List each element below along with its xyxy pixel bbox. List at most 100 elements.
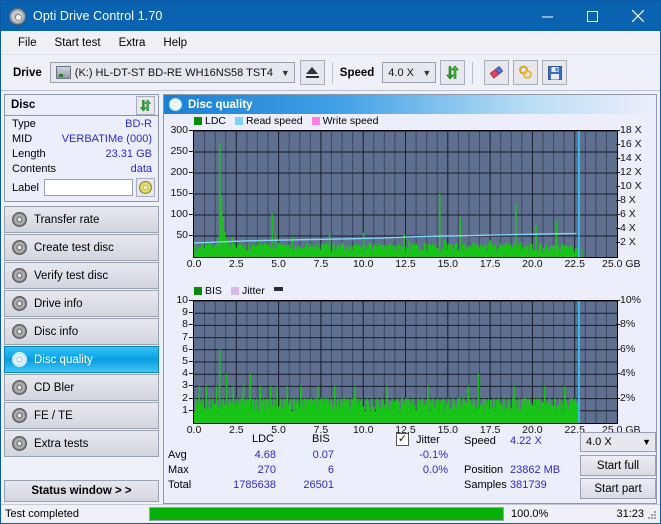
speed-label: Speed [339,66,375,79]
legend-swatch-ldc [194,117,202,125]
application-window: Opti Drive Control 1.70 File Start test … [0,0,661,524]
menu-help[interactable]: Help [154,34,196,52]
gold-button[interactable] [513,60,539,85]
menu-extra[interactable]: Extra [110,34,155,52]
y-tick-mark [189,385,193,387]
sidebar-item-create-test-disc[interactable]: Create test disc [4,234,159,261]
cd-icon [139,181,152,194]
chevron-down-icon: ▼ [280,67,290,78]
sidebar-item-disc-quality[interactable]: Disc quality [4,346,159,373]
sidebar-item-extra-tests[interactable]: Extra tests [4,430,159,457]
sidebar-item-verify-test-disc[interactable]: Verify test disc [4,262,159,289]
y-tick-mark [189,348,193,350]
x-tick-label: 15.0 [437,258,459,270]
drive-select[interactable]: (K:) HL-DT-ST BD-RE WH16NS58 TST4 ▼ [49,62,295,83]
chevron-down-icon: ▼ [642,437,651,447]
erase-button[interactable] [484,60,510,85]
y-tick-mark [189,130,193,131]
legend-label-write-speed: Write speed [322,115,379,127]
legend-swatch-read-speed [235,117,244,125]
resize-grip-icon[interactable] [647,510,657,520]
sidebar-item-label: FE / TE [34,409,73,422]
disc-refresh-button[interactable] [136,95,155,115]
save-button[interactable] [542,60,568,85]
y-tick-mark [189,336,193,338]
stats-position-label: Position [464,464,504,476]
result-speed-select[interactable]: 4.0 X ▼ [580,432,656,452]
sidebar-item-disc-info[interactable]: Disc info [4,318,159,345]
stats-avg-ldc: 4.68 [254,449,276,461]
x-tick-label: 7.5 [313,258,329,270]
sidebar-item-cd-bler[interactable]: CD Bler [4,374,159,401]
minimize-icon[interactable] [525,1,570,31]
toolbar-divider-1 [331,61,333,84]
y2-tick-mark [616,348,620,350]
y-tick-label: 100 [170,208,188,220]
y-tick-label: 9 [182,306,188,319]
disc-icon [12,380,27,395]
disc-length-label: Length [12,147,46,160]
legend-swatch-bis [194,287,202,295]
page-title: Disc quality [188,98,253,111]
eject-button[interactable] [299,60,325,85]
sidebar-nav: Transfer rate Create test disc Verify te… [4,206,159,457]
stats-col-bis: BIS [312,433,330,445]
progress-percent: 100.0% [511,508,549,520]
sidebar-item-fe-te[interactable]: FE / TE [4,402,159,429]
sidebar-item-label: CD Bler [34,381,75,394]
legend-entry-jitter: Jitter [230,285,265,297]
menu-file[interactable]: File [9,34,46,52]
x-tick-label: 25.0 GB [602,258,641,270]
maximize-icon[interactable] [570,1,615,31]
y-tick-mark [189,409,193,411]
sidebar-item-label: Disc quality [34,353,93,366]
disc-label-input[interactable] [43,179,133,196]
stats-total-bis: 26501 [303,479,334,491]
sidebar-item-transfer-rate[interactable]: Transfer rate [4,206,159,233]
y2-tick-mark [616,228,620,229]
disc-row-contents: Contents data [5,161,158,176]
y-tick-label: 50 [176,229,188,241]
jitter-checkbox[interactable]: ✓ [396,433,409,446]
main-panel: Disc quality LDC Read speed Write speed … [163,94,657,504]
stats-position-value: 23862 MB [510,464,561,476]
y2-tick-mark [616,130,620,131]
menu-start-test[interactable]: Start test [46,34,110,52]
stats-speed-value: 4.22 X [510,435,542,447]
sidebar-item-drive-info[interactable]: Drive info [4,290,159,317]
close-icon[interactable] [615,1,660,31]
sidebar-item-label: Disc info [34,325,79,338]
y-tick-label: 1 [182,403,188,416]
stats-avg-bis: 0.07 [312,449,334,461]
y-tick-mark [189,193,193,194]
disc-mid-value: VERBATIMe (000) [61,132,152,145]
refresh-button[interactable] [440,60,466,85]
start-full-button[interactable]: Start full [580,455,656,476]
y2-tick-label: 6% [620,342,636,355]
y-tick-mark [189,300,193,301]
y-tick-label: 200 [170,166,188,178]
chevron-down-icon: ▼ [422,67,432,78]
refresh-icon [446,65,460,80]
stats-samples-value: 381739 [510,479,547,491]
y2-tick-label: 4 X [620,222,636,234]
y-tick-mark [189,172,193,173]
disc-icon [12,212,27,227]
speed-select[interactable]: 4.0 X ▼ [382,62,437,83]
y-tick-label: 300 [170,124,188,136]
stats-avg-jitter: -0.1% [419,449,448,461]
legend-label-jitter: Jitter [241,285,265,297]
start-part-button[interactable]: Start part [580,478,656,499]
stats-col-ldc: LDC [252,433,275,445]
check-icon: ✓ [397,433,408,445]
chart-ldc-plot [193,130,618,258]
y-tick-mark [189,214,193,215]
disc-label-button[interactable] [136,178,155,197]
chart-bis-legend: BIS Jitter [194,285,283,297]
y-tick-label: 2 [182,391,188,404]
status-window-button[interactable]: Status window > > [4,480,159,502]
sidebar-item-label: Drive info [34,297,83,310]
disc-icon [12,408,27,423]
x-tick-label: 0.0 [186,258,202,270]
